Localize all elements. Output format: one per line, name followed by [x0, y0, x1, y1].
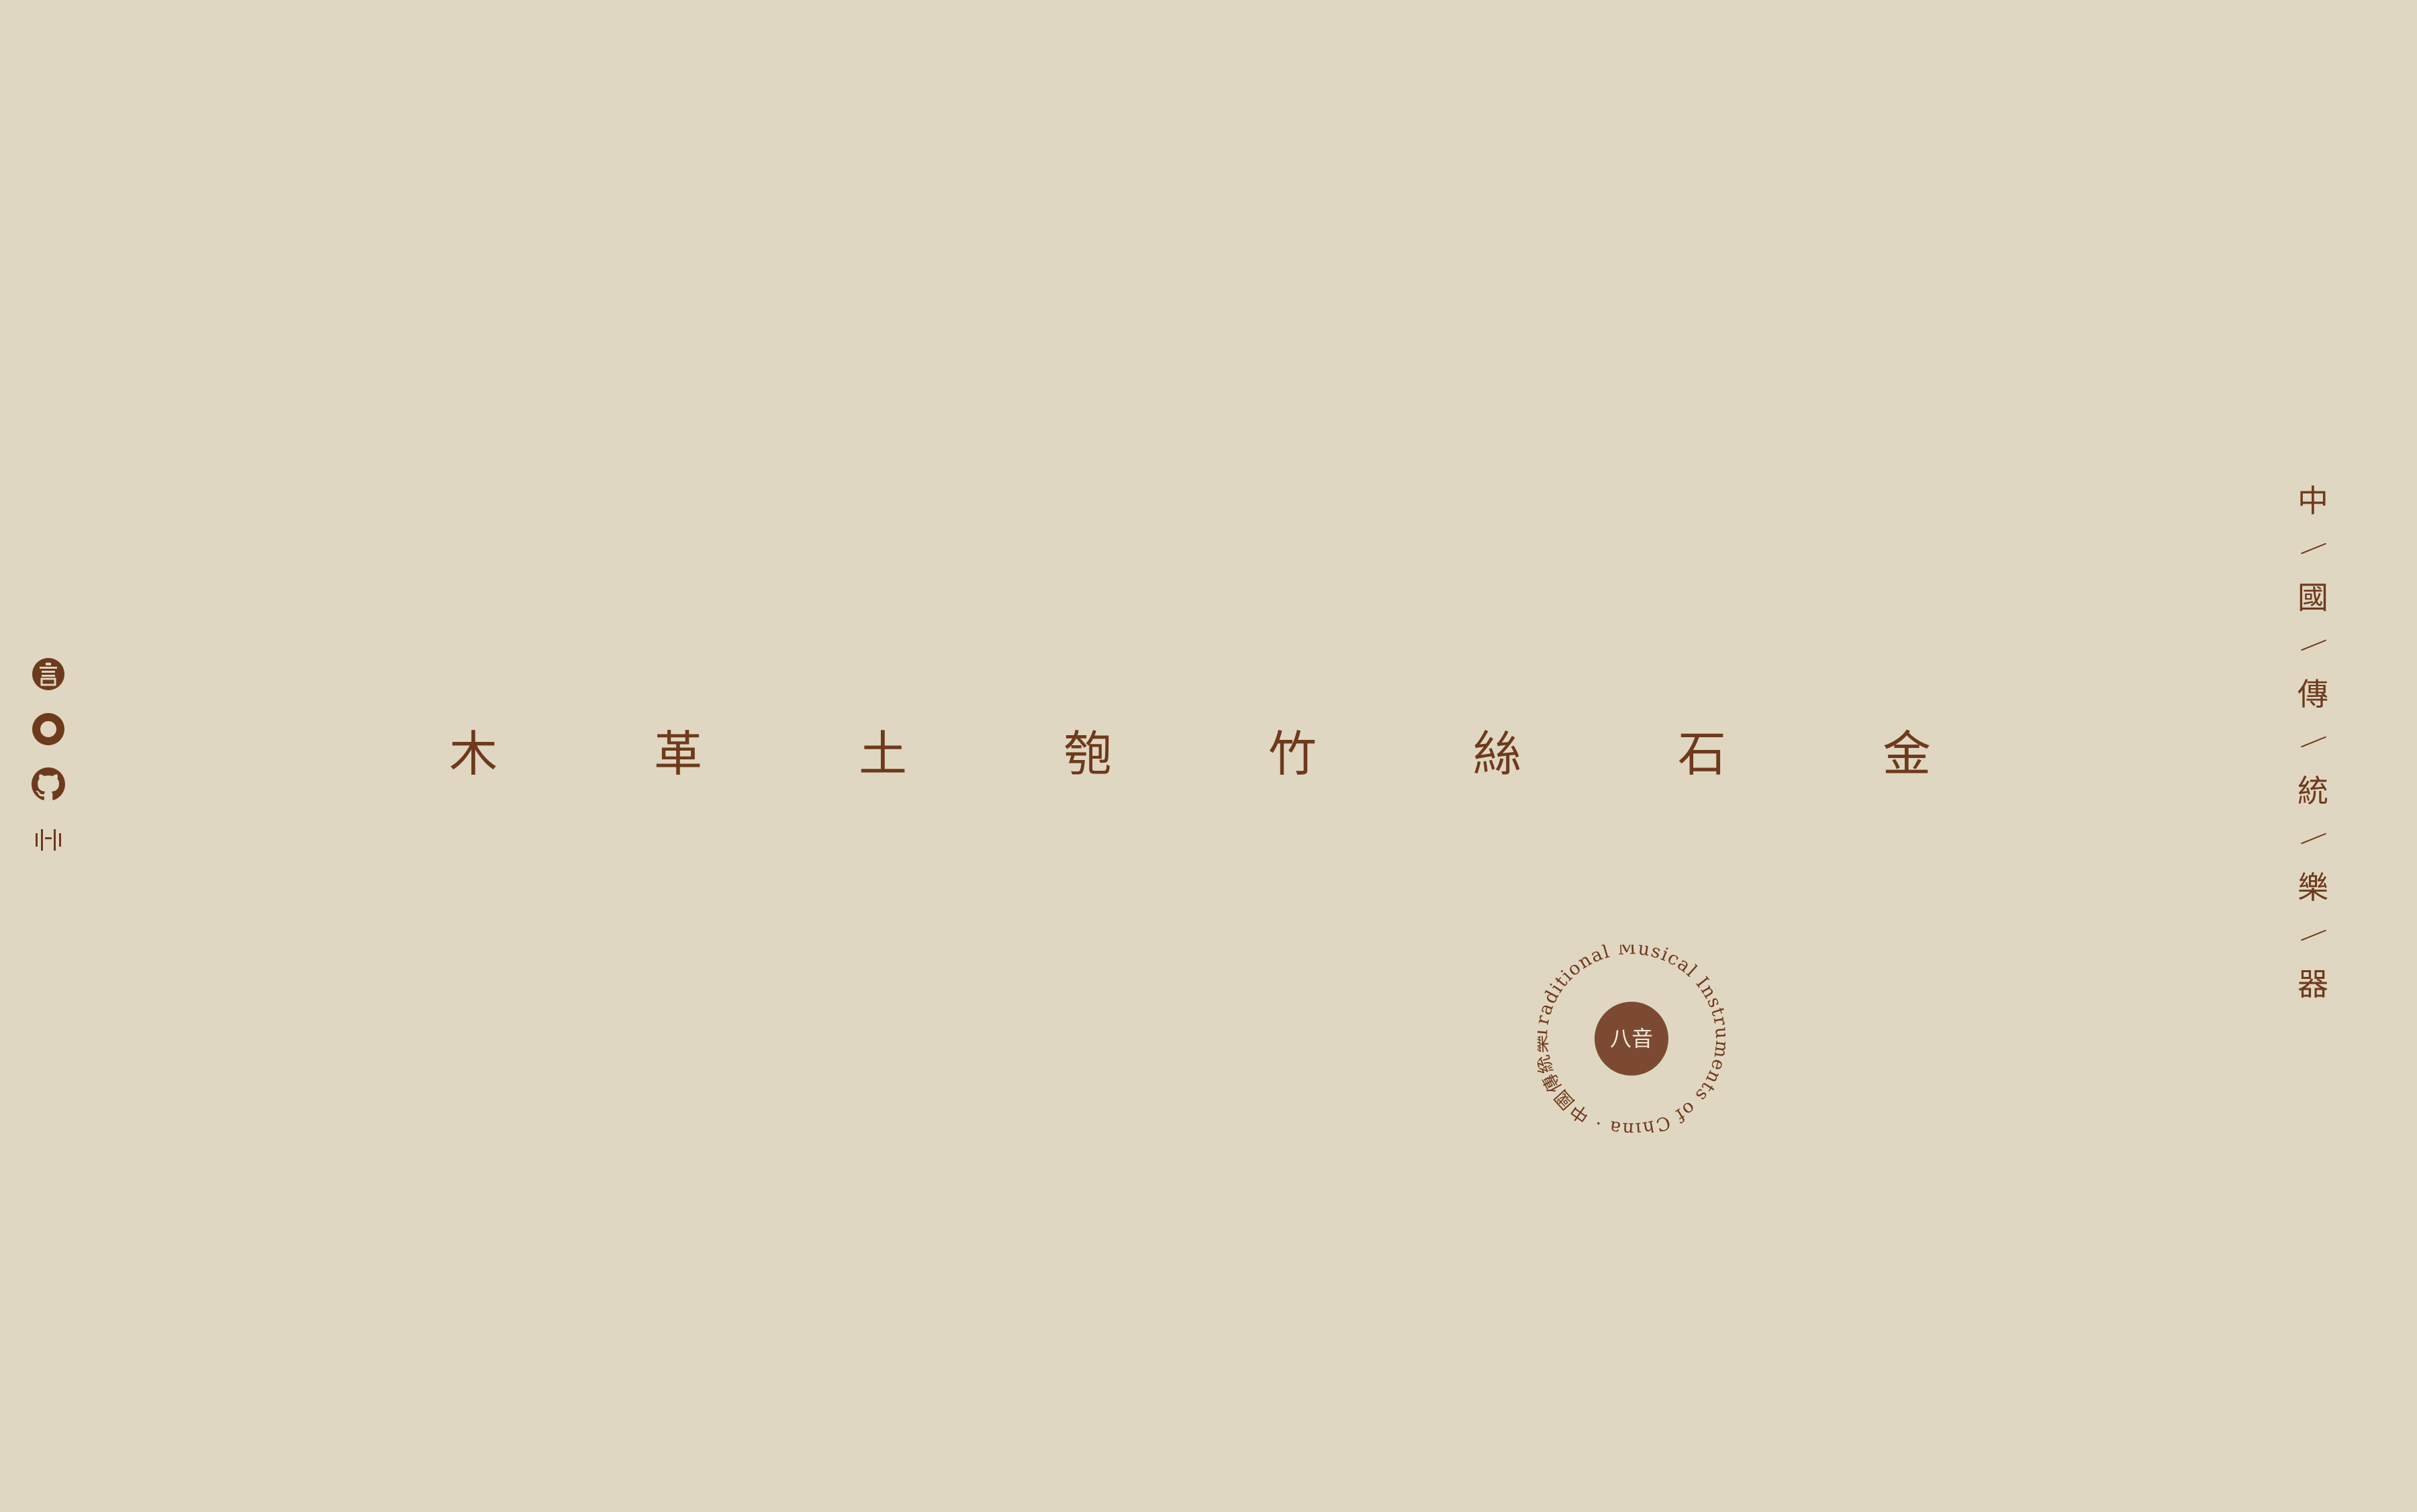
yan-link[interactable]	[31, 657, 66, 692]
yan-icon	[32, 658, 64, 690]
category-jin[interactable]: 金	[1866, 724, 1947, 784]
title-char: 統	[2297, 773, 2328, 809]
bayin-badge[interactable]: Traditional Musical Instruments of China…	[1537, 945, 1725, 1133]
title-slash	[2296, 906, 2330, 965]
category-pao[interactable]: 匏	[1047, 724, 1128, 784]
title-char: 國	[2297, 579, 2328, 616]
category-mu[interactable]: 木	[433, 724, 514, 784]
title-char: 中	[2297, 483, 2328, 519]
category-ge[interactable]: 革	[638, 724, 718, 784]
vertical-title: 中 國 傳 統 樂 器	[2296, 482, 2330, 1003]
badge-center: 八音	[1595, 1002, 1668, 1076]
category-si[interactable]: 絲	[1457, 724, 1537, 784]
title-slash	[2296, 616, 2330, 675]
eight-sounds-nav: 木 革 土 匏 竹 絲 石 金	[0, 724, 2417, 784]
title-slash	[2296, 520, 2330, 579]
title-char: 器	[2297, 966, 2328, 1002]
title-slash	[2296, 713, 2330, 772]
title-slash	[2296, 810, 2330, 869]
title-char: 樂	[2297, 869, 2328, 906]
category-zhu[interactable]: 竹	[1252, 724, 1333, 784]
category-shi[interactable]: 石	[1662, 724, 1742, 784]
bars-link[interactable]	[31, 822, 66, 857]
title-char: 傳	[2297, 676, 2328, 712]
category-tu[interactable]: 土	[843, 724, 923, 784]
bars-icon	[36, 829, 61, 851]
